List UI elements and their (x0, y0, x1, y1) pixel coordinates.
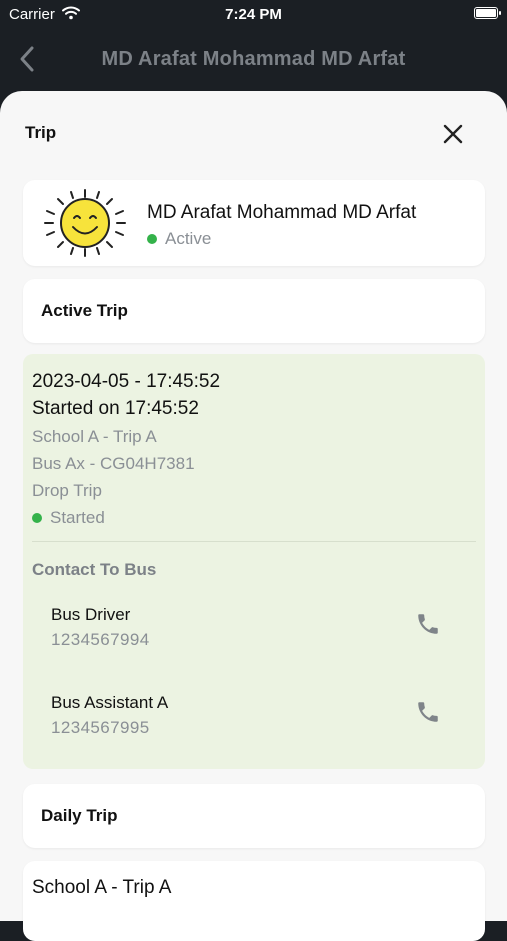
active-trip-card[interactable]: 2023-04-05 - 17:45:52 Started on 17:45:5… (23, 354, 485, 769)
trip-sheet: Trip MD Arafat Mohammad MD Arfat Active … (0, 91, 507, 941)
battery-icon (474, 7, 501, 19)
close-icon[interactable] (441, 122, 465, 146)
divider (32, 541, 476, 542)
trip-status-label: Started (50, 508, 105, 527)
nav-title: MD Arafat Mohammad MD Arfat (101, 48, 406, 70)
phone-icon[interactable] (415, 699, 441, 725)
status-bar: Carrier 7:24 PM (0, 0, 507, 30)
active-trip-header: Active Trip (23, 279, 485, 343)
nav-bar: MD Arafat Mohammad MD Arfat (0, 30, 507, 92)
daily-trip-label: Daily Trip (41, 806, 118, 825)
trip-datetime: 2023-04-05 - 17:45:52 (32, 371, 221, 392)
active-trip-label: Active Trip (41, 301, 128, 320)
profile-card[interactable]: MD Arafat Mohammad MD Arfat Active (23, 180, 485, 266)
trip-school: School A - Trip A (32, 427, 157, 446)
profile-status-label: Active (165, 229, 212, 248)
trip-status: Started (32, 508, 105, 528)
trip-type: Drop Trip (32, 481, 102, 500)
phone-icon[interactable] (415, 611, 441, 637)
contact-assistant: Bus Assistant A 1234567995 (51, 693, 471, 749)
profile-name: MD Arafat Mohammad MD Arfat (147, 202, 417, 223)
contact-phone: 1234567995 (51, 718, 150, 737)
sun-avatar-icon (41, 188, 129, 258)
sheet-title: Trip (25, 123, 57, 142)
contact-role: Bus Assistant A (51, 693, 169, 712)
daily-trip-header: Daily Trip (23, 784, 485, 848)
contact-phone: 1234567994 (51, 630, 150, 649)
contact-driver: Bus Driver 1234567994 (51, 605, 471, 661)
status-dot (147, 233, 157, 244)
daily-trip-item[interactable]: School A - Trip A (23, 861, 485, 941)
contact-title: Contact To Bus (32, 560, 157, 579)
trip-started-on: Started on 17:45:52 (32, 398, 199, 419)
trip-bus: Bus Ax - CG04H7381 (32, 454, 195, 473)
status-dot (32, 512, 42, 523)
profile-status: Active (147, 229, 211, 249)
status-time: 7:24 PM (225, 6, 282, 23)
daily-trip-item-label: School A - Trip A (32, 877, 172, 898)
contact-role: Bus Driver (51, 605, 131, 624)
